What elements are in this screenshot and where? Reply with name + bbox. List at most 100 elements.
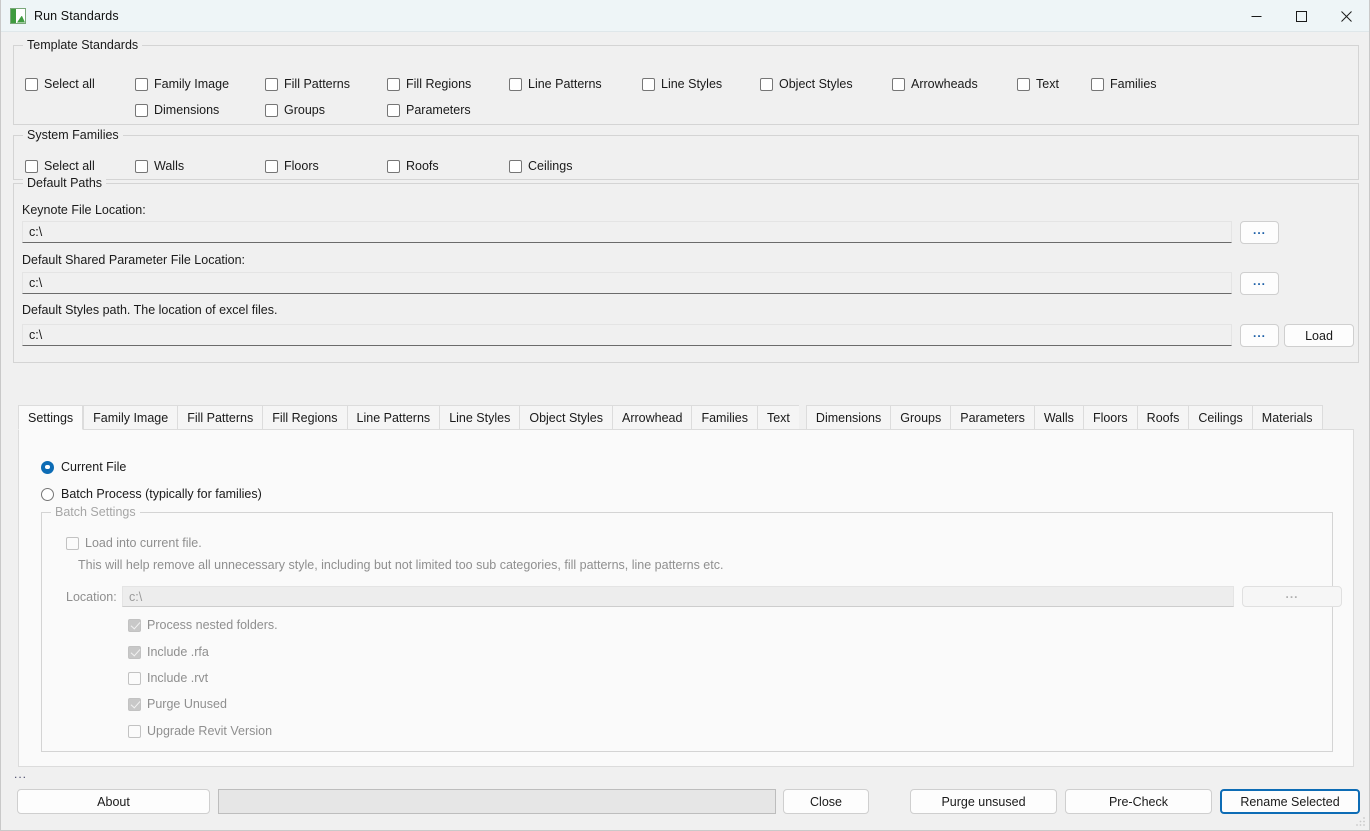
checkbox-families[interactable]: Families bbox=[1091, 77, 1157, 91]
tab-label: Floors bbox=[1093, 411, 1128, 425]
tab-arrowhead[interactable]: Arrowhead bbox=[612, 405, 691, 430]
batch-location-input[interactable] bbox=[122, 586, 1234, 607]
tab-label: Groups bbox=[900, 411, 941, 425]
tab-family-image[interactable]: Family Image bbox=[83, 405, 177, 430]
checkbox-fill-regions[interactable]: Fill Regions bbox=[387, 77, 471, 91]
tab-dimensions[interactable]: Dimensions bbox=[806, 405, 890, 430]
checkbox-label: Ceilings bbox=[528, 159, 572, 173]
checkbox-select-all-template[interactable]: Select all bbox=[25, 77, 95, 91]
pre-check-button[interactable]: Pre-Check bbox=[1065, 789, 1212, 814]
checkbox-include-rvt[interactable]: Include .rvt bbox=[128, 671, 208, 685]
checkbox-walls[interactable]: Walls bbox=[135, 159, 184, 173]
default-paths-legend: Default Paths bbox=[23, 176, 106, 190]
checkbox-box bbox=[25, 160, 38, 173]
tab-families[interactable]: Families bbox=[691, 405, 757, 430]
tab-parameters[interactable]: Parameters bbox=[950, 405, 1034, 430]
checkbox-box bbox=[265, 104, 278, 117]
tab-label: Line Patterns bbox=[357, 411, 431, 425]
load-button[interactable]: Load bbox=[1284, 324, 1354, 347]
tab-settings[interactable]: Settings bbox=[18, 405, 83, 430]
checkbox-process-nested-folders[interactable]: Process nested folders. bbox=[128, 618, 278, 632]
checkbox-upgrade-revit-version[interactable]: Upgrade Revit Version bbox=[128, 724, 272, 738]
checkbox-box bbox=[509, 78, 522, 91]
close-icon[interactable] bbox=[1324, 0, 1369, 32]
checkbox-label: Parameters bbox=[406, 103, 471, 117]
checkbox-box bbox=[265, 160, 278, 173]
tab-ceilings[interactable]: Ceilings bbox=[1188, 405, 1251, 430]
tab-label: Settings bbox=[28, 411, 73, 425]
keynote-file-location-input[interactable] bbox=[22, 221, 1232, 243]
settings-tab-panel: Current File Batch Process (typically fo… bbox=[18, 429, 1354, 767]
checkbox-label: Line Patterns bbox=[528, 77, 602, 91]
window-controls bbox=[1234, 0, 1369, 32]
checkbox-include-rfa[interactable]: Include .rfa bbox=[128, 645, 209, 659]
checkbox-box bbox=[387, 104, 400, 117]
tab-label: Arrowhead bbox=[622, 411, 682, 425]
tab-label: Dimensions bbox=[816, 411, 881, 425]
close-button[interactable]: Close bbox=[783, 789, 869, 814]
checkbox-text[interactable]: Text bbox=[1017, 77, 1059, 91]
checkbox-parameters[interactable]: Parameters bbox=[387, 103, 471, 117]
checkbox-object-styles[interactable]: Object Styles bbox=[760, 77, 853, 91]
tab-floors[interactable]: Floors bbox=[1083, 405, 1137, 430]
checkbox-line-styles[interactable]: Line Styles bbox=[642, 77, 722, 91]
checkbox-purge-unused[interactable]: Purge Unused bbox=[128, 697, 227, 711]
run-standards-window: Run Standards Template Standards Select … bbox=[0, 0, 1370, 831]
shared-parameter-file-location-input[interactable] bbox=[22, 272, 1232, 294]
tab-text[interactable]: Text bbox=[757, 405, 799, 430]
checkbox-label: Groups bbox=[284, 103, 325, 117]
tab-materials[interactable]: Materials bbox=[1252, 405, 1323, 430]
minimize-icon[interactable] bbox=[1234, 0, 1279, 32]
checkbox-family-image[interactable]: Family Image bbox=[135, 77, 229, 91]
default-styles-path-input[interactable] bbox=[22, 324, 1232, 346]
tab-label: Object Styles bbox=[529, 411, 603, 425]
checkbox-box bbox=[135, 78, 148, 91]
tab-roofs[interactable]: Roofs bbox=[1137, 405, 1189, 430]
checkbox-label: Fill Patterns bbox=[284, 77, 350, 91]
checkbox-label: Families bbox=[1110, 77, 1157, 91]
tab-walls[interactable]: Walls bbox=[1034, 405, 1083, 430]
shared-parameter-browse-button[interactable]: ... bbox=[1240, 272, 1279, 295]
checkbox-box bbox=[1091, 78, 1104, 91]
checkbox-select-all-system[interactable]: Select all bbox=[25, 159, 95, 173]
radio-label: Current File bbox=[61, 460, 126, 474]
checkbox-line-patterns[interactable]: Line Patterns bbox=[509, 77, 602, 91]
checkbox-roofs[interactable]: Roofs bbox=[387, 159, 439, 173]
tab-object-styles[interactable]: Object Styles bbox=[519, 405, 612, 430]
checkbox-floors[interactable]: Floors bbox=[265, 159, 319, 173]
checkbox-label: Roofs bbox=[406, 159, 439, 173]
rename-selected-button[interactable]: Rename Selected bbox=[1220, 789, 1360, 814]
tab-line-patterns[interactable]: Line Patterns bbox=[347, 405, 440, 430]
about-button[interactable]: About bbox=[17, 789, 210, 814]
radio-circle bbox=[41, 461, 54, 474]
tab-line-styles[interactable]: Line Styles bbox=[439, 405, 519, 430]
maximize-icon[interactable] bbox=[1279, 0, 1324, 32]
checkbox-box bbox=[25, 78, 38, 91]
tab-label: Walls bbox=[1044, 411, 1074, 425]
checkbox-dimensions[interactable]: Dimensions bbox=[135, 103, 219, 117]
purge-unsused-button[interactable]: Purge unsused bbox=[910, 789, 1057, 814]
progress-bar bbox=[218, 789, 776, 814]
checkbox-load-into-current-file[interactable]: Load into current file. bbox=[66, 536, 202, 550]
checkbox-label: Text bbox=[1036, 77, 1059, 91]
tab-label: Fill Patterns bbox=[187, 411, 253, 425]
tab-fill-regions[interactable]: Fill Regions bbox=[262, 405, 346, 430]
checkbox-label: Walls bbox=[154, 159, 184, 173]
keynote-browse-button[interactable]: ... bbox=[1240, 221, 1279, 244]
radio-batch-process[interactable]: Batch Process (typically for families) bbox=[41, 487, 262, 501]
default-styles-path-label: Default Styles path. The location of exc… bbox=[22, 303, 277, 317]
resize-grip-icon[interactable] bbox=[1355, 816, 1366, 827]
checkbox-label: Process nested folders. bbox=[147, 618, 278, 632]
tab-fill-patterns[interactable]: Fill Patterns bbox=[177, 405, 262, 430]
checkbox-box bbox=[1017, 78, 1030, 91]
checkbox-fill-patterns[interactable]: Fill Patterns bbox=[265, 77, 350, 91]
batch-location-browse-button[interactable]: ... bbox=[1242, 586, 1342, 607]
checkbox-box bbox=[66, 537, 79, 550]
tab-groups[interactable]: Groups bbox=[890, 405, 950, 430]
checkbox-groups[interactable]: Groups bbox=[265, 103, 325, 117]
checkbox-label: Select all bbox=[44, 77, 95, 91]
radio-current-file[interactable]: Current File bbox=[41, 460, 126, 474]
default-styles-browse-button[interactable]: ... bbox=[1240, 324, 1279, 347]
checkbox-arrowheads[interactable]: Arrowheads bbox=[892, 77, 978, 91]
checkbox-ceilings[interactable]: Ceilings bbox=[509, 159, 572, 173]
